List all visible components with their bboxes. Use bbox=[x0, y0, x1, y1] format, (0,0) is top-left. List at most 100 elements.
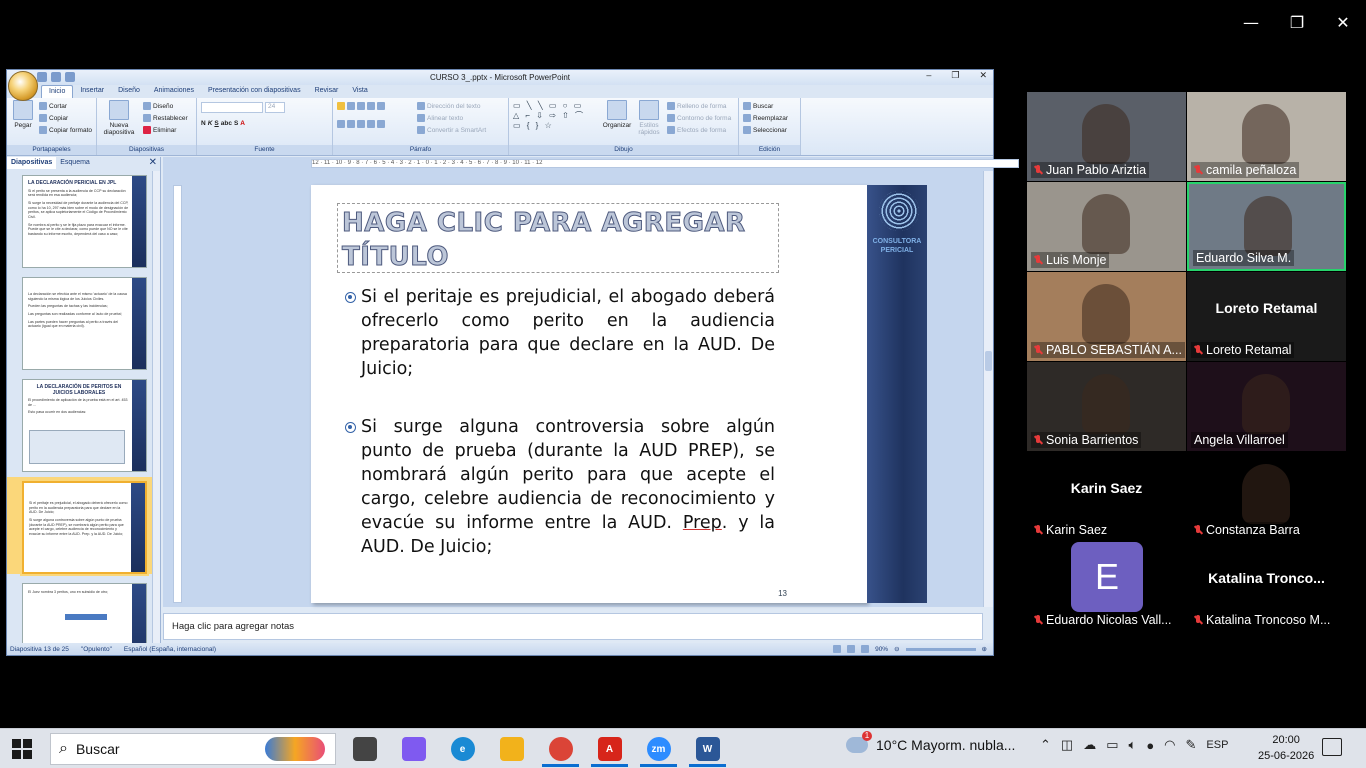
scroll-thumb[interactable] bbox=[985, 351, 992, 371]
taskbar-app-file-explorer[interactable] bbox=[487, 731, 536, 767]
tab-inicio[interactable]: Inicio bbox=[41, 85, 74, 98]
weather-widget[interactable]: 1 10°C Mayorm. nubla... bbox=[846, 731, 1015, 753]
normal-view-icon[interactable] bbox=[833, 645, 842, 653]
content-placeholder[interactable]: Si el peritaje es prejudicial, el abogad… bbox=[345, 285, 775, 593]
minimize-button[interactable]: — bbox=[1228, 0, 1274, 44]
clock[interactable]: 20:00 25-06-2026 bbox=[1258, 732, 1314, 764]
tab-insertar[interactable]: Insertar bbox=[73, 85, 111, 98]
replace-button[interactable]: Reemplazar bbox=[743, 114, 788, 122]
editor-scrollbar[interactable] bbox=[983, 171, 993, 607]
participant-tile[interactable]: Juan Pablo Ariztia bbox=[1027, 92, 1186, 181]
smartart-button[interactable]: Convertir a SmartArt bbox=[417, 126, 486, 134]
slide-thumbnail-12[interactable]: 12 LA DECLARACIÓN DE PERITOS EN JUICIOS … bbox=[22, 379, 147, 472]
taskbar-app-task-view[interactable] bbox=[340, 731, 389, 767]
tab-outline[interactable]: Esquema bbox=[56, 157, 94, 169]
bullets-icon[interactable] bbox=[337, 102, 345, 110]
participant-tile[interactable]: camila peñaloza bbox=[1187, 92, 1346, 181]
participant-tile[interactable]: Loreto Retamal Loreto Retamal bbox=[1187, 272, 1346, 361]
search-box[interactable]: ⌕ Buscar bbox=[50, 733, 336, 765]
participant-tile[interactable]: E Eduardo Nicolas Vall... bbox=[1027, 542, 1186, 631]
reset-button[interactable]: Restablecer bbox=[143, 114, 188, 122]
tab-revisar[interactable]: Revisar bbox=[308, 85, 346, 98]
format-painter-button[interactable]: Copiar formato bbox=[39, 126, 92, 134]
columns-icon[interactable] bbox=[377, 120, 385, 128]
pen-icon[interactable]: ✎ bbox=[1186, 737, 1197, 753]
cloud-icon[interactable]: ☁ bbox=[1083, 737, 1096, 753]
slide-thumbnail-11[interactable]: 11 La declaración se efectúa ante el mis… bbox=[22, 277, 147, 370]
taskbar-app-acrobat[interactable]: A bbox=[585, 731, 634, 767]
tab-diseno[interactable]: Diseño bbox=[111, 85, 147, 98]
find-button[interactable]: Buscar bbox=[743, 102, 773, 110]
bold-button[interactable]: N bbox=[201, 120, 206, 127]
align-text-button[interactable]: Alinear texto bbox=[417, 114, 463, 122]
slide-thumbnail-14[interactable]: 14 El Juez nombra 3 peritos, uno en subs… bbox=[22, 583, 147, 643]
status-language[interactable]: Español (España, internacional) bbox=[124, 646, 216, 653]
office-button[interactable] bbox=[8, 71, 38, 101]
shapes-gallery[interactable]: ▭ ╲ ╲ ▭ ○ ▭ △ ⌐ ⇩ ⇨ ⇧ ⌒ ▭ { } ☆ bbox=[513, 101, 593, 130]
notes-pane[interactable]: Haga clic para agregar notas bbox=[163, 613, 983, 640]
participant-tile[interactable]: Angela Villarroel bbox=[1187, 362, 1346, 451]
close-button[interactable]: ✕ bbox=[1320, 0, 1366, 44]
maximize-button[interactable]: ❐ bbox=[1274, 0, 1320, 44]
zoom-in-icon[interactable]: ⊕ bbox=[982, 645, 987, 653]
participant-tile[interactable]: Eduardo Silva M. bbox=[1187, 182, 1346, 271]
thumbnails-scrollbar[interactable] bbox=[152, 171, 160, 643]
delete-slide-button[interactable]: Eliminar bbox=[143, 126, 176, 134]
taskbar-app-chrome[interactable] bbox=[536, 731, 585, 767]
shape-outline-button[interactable]: Contorno de forma bbox=[667, 114, 731, 122]
zoom-out-icon[interactable]: ⊖ bbox=[894, 645, 899, 653]
arrange-button[interactable]: Organizar bbox=[601, 100, 633, 129]
new-slide-button[interactable]: Nueva diapositiva bbox=[101, 100, 137, 136]
cut-button[interactable]: Cortar bbox=[39, 102, 67, 110]
align-right-icon[interactable] bbox=[357, 120, 365, 128]
ppt-minimize-button[interactable]: – bbox=[926, 70, 931, 81]
shape-effects-button[interactable]: Efectos de forma bbox=[667, 126, 726, 134]
speaker-icon[interactable]: 🔈︎ bbox=[1129, 737, 1137, 753]
zoom-slider[interactable] bbox=[905, 647, 976, 651]
font-color-button[interactable]: A bbox=[240, 120, 245, 127]
font-size-select[interactable]: 24 bbox=[265, 102, 285, 113]
italic-button[interactable]: K bbox=[208, 120, 213, 127]
align-center-icon[interactable] bbox=[347, 120, 355, 128]
participant-tile[interactable]: Constanza Barra bbox=[1187, 452, 1346, 541]
shape-fill-button[interactable]: Relleno de forma bbox=[667, 102, 727, 110]
indent-icon[interactable] bbox=[357, 102, 365, 110]
taskbar-app-word[interactable]: W bbox=[683, 731, 732, 767]
taskbar-app-zoom[interactable]: zm bbox=[634, 731, 683, 767]
zoom-level[interactable]: 90% bbox=[875, 646, 888, 653]
chevron-up-icon[interactable]: ⌃ bbox=[1040, 737, 1051, 753]
line-spacing-icon[interactable] bbox=[377, 102, 385, 110]
notification-icon[interactable] bbox=[1322, 738, 1342, 756]
tab-presentacion[interactable]: Presentación con diapositivas bbox=[201, 85, 308, 98]
mic-icon[interactable]: ● bbox=[1146, 738, 1154, 753]
sorter-view-icon[interactable] bbox=[847, 645, 856, 653]
ppt-restore-button[interactable]: ❐ bbox=[951, 70, 959, 81]
camera-icon[interactable]: ◫ bbox=[1061, 737, 1073, 753]
layout-button[interactable]: Diseño bbox=[143, 102, 173, 110]
language-indicator[interactable]: ESP bbox=[1206, 739, 1228, 751]
quick-styles-button[interactable]: Estilos rápidos bbox=[635, 100, 663, 136]
start-button[interactable] bbox=[12, 739, 32, 759]
paste-button[interactable]: Pegar bbox=[10, 100, 36, 129]
underline-button[interactable]: S bbox=[214, 120, 218, 127]
font-family-select[interactable] bbox=[201, 102, 263, 113]
participant-tile[interactable]: Karin Saez Karin Saez bbox=[1027, 452, 1186, 541]
align-left-icon[interactable] bbox=[337, 120, 345, 128]
taskbar-app-edge[interactable]: e bbox=[438, 731, 487, 767]
outdent-icon[interactable] bbox=[367, 102, 375, 110]
participant-tile[interactable]: Katalina Tronco... Katalina Troncoso M... bbox=[1187, 542, 1346, 631]
title-placeholder[interactable]: HAGA CLIC PARA AGREGAR TÍTULO bbox=[337, 203, 779, 273]
text-direction-button[interactable]: Dirección del texto bbox=[417, 102, 480, 110]
participant-tile[interactable]: Sonia Barrientos bbox=[1027, 362, 1186, 451]
ppt-close-button[interactable]: ✕ bbox=[979, 70, 987, 81]
select-button[interactable]: Seleccionar bbox=[743, 126, 787, 134]
tab-animaciones[interactable]: Animaciones bbox=[147, 85, 201, 98]
wifi-icon[interactable]: ◠ bbox=[1164, 737, 1175, 753]
close-panel-icon[interactable]: ✕ bbox=[149, 157, 157, 168]
slide-canvas[interactable]: HAGA CLIC PARA AGREGAR TÍTULO Si el perit… bbox=[311, 185, 867, 603]
shadow-button[interactable]: S bbox=[234, 120, 238, 127]
participant-tile[interactable]: Luis Monje bbox=[1027, 182, 1186, 271]
tab-slides[interactable]: Diapositivas bbox=[7, 157, 57, 169]
slide-thumbnail-13[interactable]: 13 Si el peritaje es prejudicial, el abo… bbox=[22, 481, 147, 574]
strike-button[interactable]: abc bbox=[221, 120, 232, 127]
